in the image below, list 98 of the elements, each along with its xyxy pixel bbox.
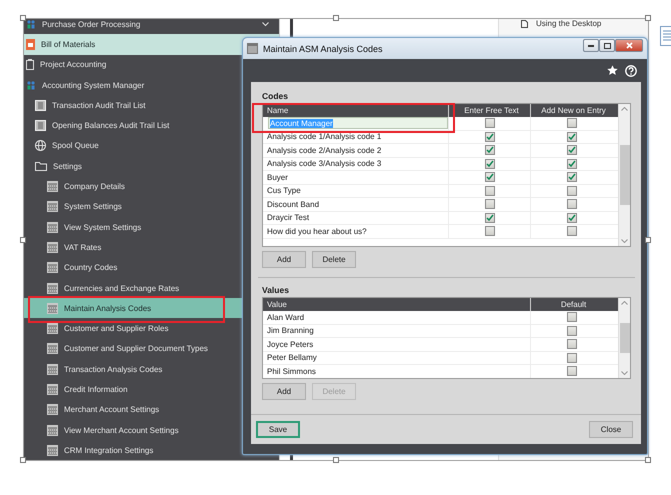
table-cell: Phil Simmons xyxy=(263,365,531,378)
checkbox[interactable] xyxy=(566,339,576,350)
table-cell: Peter Bellamy xyxy=(263,352,531,364)
sidebar-item[interactable]: Project Accounting xyxy=(24,54,279,75)
minimize-button[interactable] xyxy=(583,39,599,52)
footer-button[interactable]: Save xyxy=(256,421,300,438)
checkbox[interactable] xyxy=(484,212,494,223)
folder-icon xyxy=(35,161,47,172)
section-heading: Codes xyxy=(262,90,289,102)
page-icon xyxy=(521,20,528,28)
resize-handle[interactable] xyxy=(645,237,651,243)
sidebar-item[interactable]: CRM Integration Settings xyxy=(24,440,279,460)
form-icon xyxy=(47,323,58,334)
star-icon[interactable] xyxy=(607,65,618,76)
table-cell: Joyce Peters xyxy=(263,338,531,350)
checkbox[interactable] xyxy=(566,118,576,128)
checkbox[interactable] xyxy=(566,186,576,196)
checkbox[interactable] xyxy=(566,226,576,236)
form-icon xyxy=(47,384,58,395)
form-icon xyxy=(47,343,58,354)
table-cell: Analysis code 3/Analysis code 3 xyxy=(263,158,449,170)
form-icon xyxy=(47,222,58,233)
checkbox[interactable] xyxy=(484,186,494,196)
help-link[interactable]: Using the Desktop xyxy=(521,19,648,28)
resize-handle[interactable] xyxy=(333,457,339,463)
action-button[interactable]: Add xyxy=(262,383,306,400)
form-icon xyxy=(47,181,58,192)
action-button[interactable]: Delete xyxy=(312,251,356,268)
minimize-icon xyxy=(588,44,594,46)
resize-handle[interactable] xyxy=(20,457,26,463)
form-icon xyxy=(47,201,58,212)
scroll-up-icon[interactable] xyxy=(621,107,628,111)
maximize-icon xyxy=(604,42,610,48)
column-header[interactable]: Add New on Entry xyxy=(531,104,612,117)
checkbox[interactable] xyxy=(566,326,576,336)
sidebar-item[interactable]: Purchase Order Processing xyxy=(24,19,279,34)
close-button[interactable] xyxy=(615,39,643,52)
checkbox[interactable] xyxy=(566,352,576,363)
footer-button[interactable]: Close xyxy=(589,421,633,438)
close-icon xyxy=(626,42,632,49)
chevron-icon[interactable] xyxy=(262,22,269,27)
checkbox[interactable] xyxy=(566,145,576,156)
form-icon xyxy=(47,262,58,274)
checkbox[interactable] xyxy=(566,366,576,376)
form-icon xyxy=(47,444,58,456)
form-icon xyxy=(47,404,58,416)
scrollbar[interactable] xyxy=(618,104,630,246)
scroll-down-icon[interactable] xyxy=(621,239,628,243)
form-icon xyxy=(47,364,58,375)
resize-handle[interactable] xyxy=(645,15,651,21)
resize-handle[interactable] xyxy=(333,15,339,21)
checkbox[interactable] xyxy=(566,312,576,322)
layout-icon[interactable] xyxy=(660,26,671,46)
clipboard-icon xyxy=(26,59,34,70)
checkbox[interactable] xyxy=(566,132,576,142)
form-icon xyxy=(247,43,258,54)
form-icon xyxy=(47,302,58,314)
checkbox[interactable] xyxy=(566,199,576,210)
resize-handle[interactable] xyxy=(20,15,26,21)
checkbox[interactable] xyxy=(484,226,494,236)
form-icon xyxy=(47,282,58,294)
table-cell: Draycir Test xyxy=(263,212,449,224)
people-icon xyxy=(26,19,36,30)
table-cell: Buyer xyxy=(263,171,449,184)
resize-handle[interactable] xyxy=(645,457,651,463)
checkbox[interactable] xyxy=(484,158,494,169)
document-icon xyxy=(26,38,35,50)
table-cell: Jim Branning xyxy=(263,324,531,337)
sidebar-item[interactable]: Merchant Account Settings xyxy=(24,400,279,420)
checkbox[interactable] xyxy=(484,132,494,142)
section-heading: Values xyxy=(262,284,290,296)
form-icon xyxy=(47,424,58,436)
report-icon xyxy=(35,120,46,132)
help-icon[interactable] xyxy=(625,64,637,76)
report-icon xyxy=(35,100,46,111)
globe-icon xyxy=(35,140,46,152)
checkbox[interactable] xyxy=(566,158,576,169)
checkbox[interactable] xyxy=(484,118,494,128)
table-cell: Discount Band xyxy=(263,198,449,210)
table-cell: How did you hear about us? xyxy=(263,225,449,238)
table-cell: Cus Type xyxy=(263,184,449,197)
checkbox[interactable] xyxy=(566,172,576,182)
checkbox[interactable] xyxy=(566,212,576,223)
checkbox[interactable] xyxy=(484,145,494,156)
column-header[interactable]: Value xyxy=(263,298,531,311)
scrollbar[interactable] xyxy=(618,298,630,378)
people-icon xyxy=(26,80,36,90)
checkbox[interactable] xyxy=(484,172,494,182)
resize-handle[interactable] xyxy=(20,237,26,243)
checkbox[interactable] xyxy=(484,199,494,210)
action-button[interactable]: Add xyxy=(262,251,306,268)
scroll-down-icon[interactable] xyxy=(621,371,628,375)
table-cell: Alan Ward xyxy=(263,311,531,324)
maximize-button[interactable] xyxy=(599,39,615,52)
form-icon xyxy=(47,242,58,253)
column-header[interactable]: Default xyxy=(531,298,612,311)
scroll-up-icon[interactable] xyxy=(621,301,628,305)
table-cell: Analysis code 2/Analysis code 2 xyxy=(263,144,449,156)
